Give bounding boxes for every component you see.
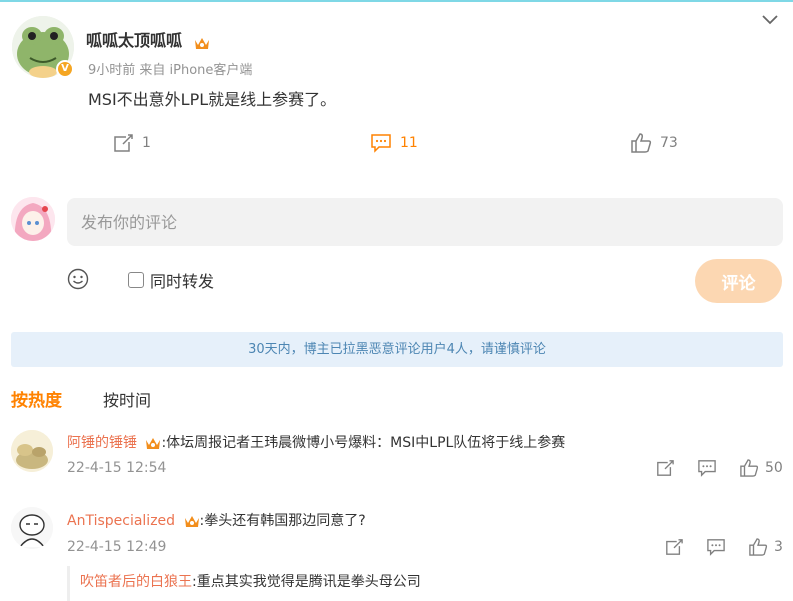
current-user-avatar xyxy=(11,197,55,241)
comment-date: 22-4-15 12:49 xyxy=(67,539,167,555)
post-text: MSI不出意外LPL就是线上参赛了。 xyxy=(88,90,337,109)
notice-banner: 30天内，博主已拉黑恶意评论用户4人，请谨慎评论 xyxy=(11,332,783,367)
thumbs-up-icon[interactable] xyxy=(748,538,768,556)
comment-username[interactable]: 阿锤的锤锤 xyxy=(67,435,137,451)
submit-comment-button[interactable]: 评论 xyxy=(695,259,782,303)
reply-item: 吹笛者后的白狼王:重点其实我觉得是腾讯是拳头母公司 xyxy=(67,566,783,601)
comment-actions: 3 xyxy=(664,538,783,556)
like-count: 73 xyxy=(660,135,678,151)
like-button[interactable]: 73 xyxy=(630,133,678,153)
checkbox-box[interactable] xyxy=(128,272,144,288)
thumbs-up-icon[interactable] xyxy=(739,459,759,477)
chevron-down-icon[interactable] xyxy=(760,12,780,26)
tab-sort-hot[interactable]: 按热度 xyxy=(11,386,62,411)
repost-count: 1 xyxy=(142,135,151,151)
vip-crown-icon xyxy=(184,514,200,528)
verified-badge-icon: V xyxy=(56,60,74,78)
repost-icon[interactable] xyxy=(655,459,675,477)
repost-icon xyxy=(114,134,133,152)
comment-text: :体坛周报记者王玮晨微博小号爆料：MSI中LPL队伍将于线上参赛 xyxy=(161,435,566,451)
comment-like-count: 50 xyxy=(765,460,783,476)
post-meta: 9小时前 来自 iPhone客户端 xyxy=(88,63,253,78)
repost-checkbox[interactable]: 同时转发 xyxy=(128,268,214,292)
repost-checkbox-label: 同时转发 xyxy=(150,272,215,291)
author-name[interactable]: 呱呱太顶呱呱 xyxy=(86,31,182,50)
comment-date: 22-4-15 12:54 xyxy=(67,460,167,476)
comment-count: 11 xyxy=(400,135,418,151)
comment-avatar[interactable] xyxy=(11,430,53,472)
comment-text: :拳头还有韩国那边同意了? xyxy=(199,513,366,529)
comment-username[interactable]: AnTispecialized xyxy=(67,513,175,529)
comment-input[interactable] xyxy=(67,198,783,246)
vip-crown-icon xyxy=(194,35,210,49)
comment-like-count: 3 xyxy=(774,539,783,555)
comment-actions: 50 xyxy=(655,459,783,477)
author-name-row: 呱呱太顶呱呱 xyxy=(86,27,210,51)
comment-icon[interactable] xyxy=(697,459,717,477)
comment-button[interactable]: 11 xyxy=(370,133,418,153)
repost-button[interactable]: 1 xyxy=(112,133,151,153)
repost-icon[interactable] xyxy=(664,538,684,556)
top-border xyxy=(0,0,793,2)
comment-avatar[interactable] xyxy=(11,507,53,549)
vip-crown-icon xyxy=(145,436,161,450)
comment-icon[interactable] xyxy=(706,538,726,556)
comment-line: AnTispecialized :拳头还有韩国那边同意了? xyxy=(67,510,366,530)
comment-line: 阿锤的锤锤 :体坛周报记者王玮晨微博小号爆料：MSI中LPL队伍将于线上参赛 xyxy=(67,432,565,452)
comment-icon xyxy=(371,134,391,153)
emoji-icon[interactable] xyxy=(67,268,89,290)
reply-username[interactable]: 吹笛者后的白狼王 xyxy=(80,574,192,590)
reply-text: :重点其实我觉得是腾讯是拳头母公司 xyxy=(192,574,421,590)
thumbs-up-icon xyxy=(631,133,652,153)
tab-sort-time[interactable]: 按时间 xyxy=(103,387,151,411)
